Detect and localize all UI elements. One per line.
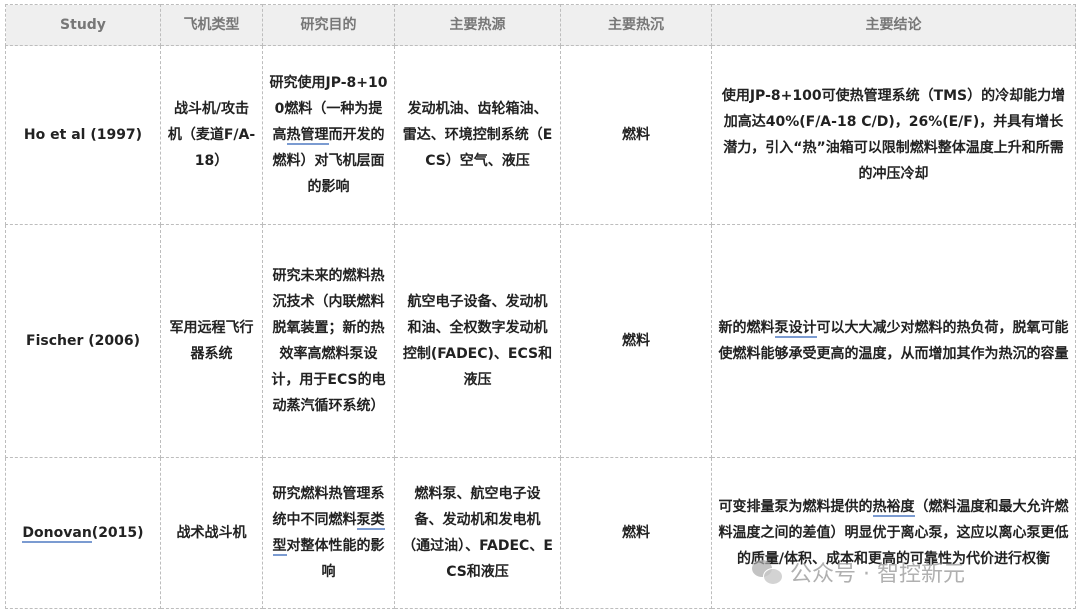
underlined-term: 泵设计 (774, 320, 817, 338)
header-purpose: 研究目的 (262, 4, 395, 46)
study-author-link: Donovan (22, 525, 92, 543)
header-aircraft: 飞机类型 (160, 4, 263, 46)
header-heat-sink: 主要热沉 (560, 4, 712, 46)
study-year: (2015) (91, 525, 144, 541)
purpose-text: 对整体性能的影响 (286, 538, 385, 580)
table-row: Ho et al (1997) 战斗机/攻击机（麦道F/A-18） 研究使用JP… (5, 45, 1076, 225)
underlined-term: 热裕度 (872, 499, 915, 517)
header-row: Study 飞机类型 研究目的 主要热源 主要热沉 主要结论 (5, 4, 1076, 46)
conclusion-text: 可变排量泵为燃料提供的 (718, 499, 873, 515)
study-cell: Fischer (2006) (5, 224, 161, 458)
study-cell: Donovan(2015) (5, 457, 161, 609)
conclusion-cell: 新的燃料泵设计可以大大减少对燃料的热负荷，脱氧可能使燃料能够承受更高的温度，从而… (711, 224, 1076, 458)
conclusion-cell: 可变排量泵为燃料提供的热裕度（燃料温度和最大允许燃料温度之间的差值）明显优于离心… (711, 457, 1076, 609)
heat-source-cell: 燃料泵、航空电子设备、发动机和发电机（通过油）、FADEC、ECS和液压 (394, 457, 561, 609)
aircraft-cell: 战斗机/攻击机（麦道F/A-18） (160, 45, 263, 225)
header-heat-source: 主要热源 (394, 4, 561, 46)
aircraft-cell: 军用远程飞行器系统 (160, 224, 263, 458)
study-cell: Ho et al (1997) (5, 45, 161, 225)
aircraft-cell: 战术战斗机 (160, 457, 263, 609)
conclusion-text: 新的燃料 (718, 320, 775, 336)
purpose-cell: 研究未来的燃料热沉技术（内联燃料脱氧装置；新的热效率高燃料泵设计，用于ECS的电… (262, 224, 395, 458)
heat-sink-cell: 燃料 (560, 457, 712, 609)
table-row: Donovan(2015) 战术战斗机 研究燃料热管理系统中不同燃料泵类型对整体… (5, 457, 1076, 609)
purpose-cell: 研究使用JP-8+100燃料（一种为提高热管理而开发的燃料）对飞机层面的影响 (262, 45, 395, 225)
heat-source-cell: 发动机油、齿轮箱油、雷达、环境控制系统（ECS）空气、液压 (394, 45, 561, 225)
purpose-cell: 研究燃料热管理系统中不同燃料泵类型对整体性能的影响 (262, 457, 395, 609)
heat-sink-cell: 燃料 (560, 224, 712, 458)
heat-sink-cell: 燃料 (560, 45, 712, 225)
conclusion-cell: 使用JP-8+100可使热管理系统（TMS）的冷却能力增加高达40%(F/A-1… (711, 45, 1076, 225)
research-table: Study 飞机类型 研究目的 主要热源 主要热沉 主要结论 Ho et al … (5, 4, 1076, 609)
header-conclusion: 主要结论 (711, 4, 1076, 46)
underlined-term: 热管理 (286, 127, 329, 145)
header-study: Study (5, 4, 161, 46)
heat-source-cell: 航空电子设备、发动机和油、全权数字发动机控制(FADEC)、ECS和液压 (394, 224, 561, 458)
table-row: Fischer (2006) 军用远程飞行器系统 研究未来的燃料热沉技术（内联燃… (5, 224, 1076, 458)
